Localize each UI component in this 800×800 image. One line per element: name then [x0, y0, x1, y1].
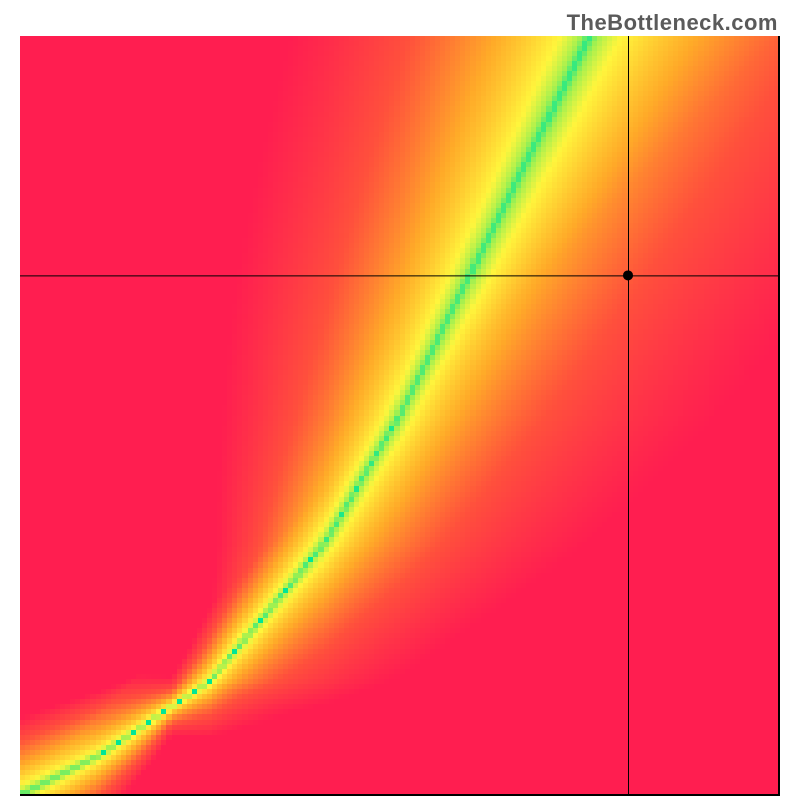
watermark-text: TheBottleneck.com — [567, 10, 778, 36]
heatmap-canvas — [20, 36, 780, 796]
heatmap-plot — [20, 36, 780, 796]
